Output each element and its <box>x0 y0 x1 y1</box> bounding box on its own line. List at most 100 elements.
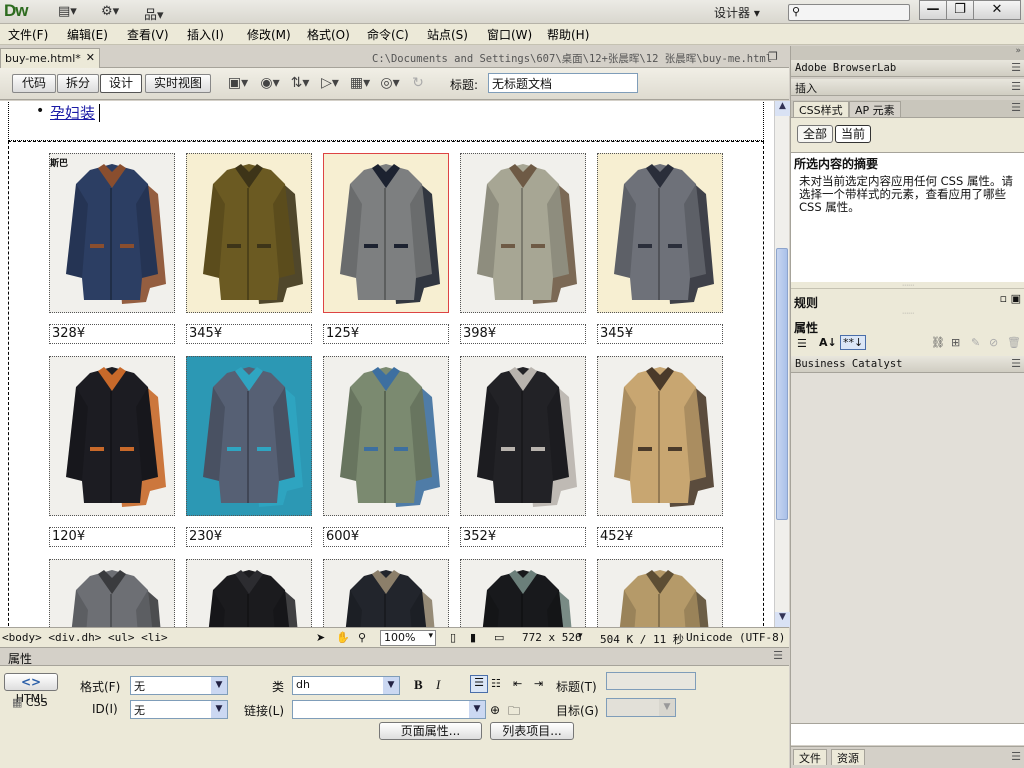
menu-insert[interactable]: 插入(I) <box>187 26 224 43</box>
new-rule-icon[interactable]: ⊞ <box>951 336 960 349</box>
menu-window[interactable]: 窗口(W) <box>487 26 532 43</box>
attach-style-icon[interactable]: ⛓ <box>931 336 945 349</box>
hand-tool-icon[interactable]: ✋ <box>336 631 350 644</box>
product-image[interactable] <box>460 356 586 516</box>
desktop-size-icon[interactable]: ▭ <box>494 631 504 644</box>
nav-link-maternity[interactable]: 孕妇装 <box>50 102 95 123</box>
set-props-icon[interactable]: **↓ <box>840 335 867 350</box>
business-catalyst-header[interactable]: Business Catalyst ☰ <box>791 356 1024 373</box>
link-input[interactable]: ▼ <box>292 700 486 719</box>
insert-panel-header[interactable]: 插入 ☰ <box>791 79 1024 96</box>
tablet-size-icon[interactable]: ▮ <box>470 631 476 644</box>
product-image[interactable] <box>597 153 723 313</box>
disable-rule-icon[interactable]: ⊘ <box>989 336 998 349</box>
product-image[interactable] <box>186 356 312 516</box>
collapse-panels-icon[interactable]: » <box>791 46 1024 60</box>
product-image[interactable] <box>323 559 449 627</box>
delete-rule-icon[interactable]: 🗑 <box>1007 336 1021 349</box>
category-view-icon[interactable]: ☰ <box>797 337 807 350</box>
design-canvas[interactable]: • 孕妇装 斯巴 328¥ 345¥ 125¥ 398¥ 345¥ 120¥ 230¥ 600¥… <box>0 101 774 627</box>
menu-file[interactable]: 文件(F) <box>8 26 48 43</box>
italic-button[interactable]: I <box>436 677 440 693</box>
panel-menu-icon[interactable]: ☰ <box>773 649 783 662</box>
list-item-button[interactable]: 列表项目... <box>490 722 574 740</box>
product-image[interactable] <box>597 356 723 516</box>
css-mode-button[interactable]: ▦ CSS <box>12 696 48 709</box>
visual-aids-icon[interactable]: ▦▾ <box>348 75 372 93</box>
target-select[interactable]: ▼ <box>606 698 676 717</box>
menu-format[interactable]: 格式(O) <box>307 26 350 43</box>
all-mode-button[interactable]: 全部 <box>797 125 833 143</box>
check-browser-icon[interactable]: ◎▾ <box>378 75 402 93</box>
tab-ap-elements[interactable]: AP 元素 <box>849 101 901 117</box>
splitter-2[interactable]: ⋯⋯ <box>791 310 1024 318</box>
code-view-button[interactable]: 代码 <box>12 74 56 93</box>
multiscreen-icon[interactable]: ▣▾ <box>226 75 250 93</box>
scrollbar-thumb[interactable] <box>776 248 788 520</box>
menu-help[interactable]: 帮助(H) <box>547 26 589 43</box>
browse-folder-icon[interactable]: 🗀 <box>508 702 520 723</box>
search-input[interactable]: ⚲ <box>788 4 910 21</box>
css-panel-menu-icon[interactable]: ☰ <box>1011 101 1021 114</box>
tab-assets[interactable]: 资源 <box>831 749 865 765</box>
document-tab[interactable]: buy-me.html* ✕ <box>0 48 100 68</box>
rules-view-icons[interactable]: ▫ ▣ <box>1000 292 1021 305</box>
tag-selector[interactable]: <body> <div.dh> <ul> <li> <box>2 631 168 644</box>
menu-edit[interactable]: 编辑(E) <box>67 26 108 43</box>
outdent-icon[interactable]: ⇤ <box>513 677 522 690</box>
mobile-size-icon[interactable]: ▯ <box>450 631 456 644</box>
bold-button[interactable]: B <box>414 677 423 693</box>
layout-menu-icon[interactable]: ▤▾ <box>58 4 77 20</box>
product-image[interactable] <box>323 356 449 516</box>
zoom-select[interactable]: 100% ▾ <box>380 630 436 646</box>
menu-commands[interactable]: 命令(C) <box>367 26 409 43</box>
title-input[interactable] <box>606 672 696 690</box>
product-image[interactable] <box>597 559 723 627</box>
page-properties-button[interactable]: 页面属性... <box>379 722 482 740</box>
class-select[interactable]: dh ▼ <box>292 676 400 695</box>
select-tool-icon[interactable]: ➤ <box>316 631 325 644</box>
window-size[interactable]: 772 x 526 <box>522 631 582 644</box>
design-view-button[interactable]: 设计 <box>100 74 142 93</box>
tab-files[interactable]: 文件 <box>793 749 827 765</box>
files-panel-menu-icon[interactable]: ☰ <box>1011 750 1021 763</box>
window-size-arrow[interactable]: ▾ <box>578 631 583 641</box>
browserlab-panel-header[interactable]: Adobe BrowserLab ☰ <box>791 60 1024 77</box>
page-title-input[interactable]: 无标题文档 <box>488 73 638 93</box>
alpha-sort-icon[interactable]: A↓ <box>819 336 837 349</box>
file-management-icon[interactable]: ⇅▾ <box>288 75 312 93</box>
edit-rule-icon[interactable]: ✎ <box>971 336 980 349</box>
product-image[interactable]: 斯巴 <box>49 153 175 313</box>
menu-view[interactable]: 查看(V) <box>127 26 169 43</box>
maximize-button[interactable]: ❐ <box>946 0 974 20</box>
workspace-switcher[interactable]: 设计器 ▾ <box>714 4 760 21</box>
product-image[interactable] <box>49 559 175 627</box>
indent-icon[interactable]: ⇥ <box>534 677 543 690</box>
product-image[interactable] <box>186 153 312 313</box>
close-tab-icon[interactable]: ✕ <box>86 51 95 64</box>
menu-site[interactable]: 站点(S) <box>427 26 468 43</box>
preview-browser-icon[interactable]: ◉▾ <box>258 75 282 93</box>
point-to-file-icon[interactable]: ⊕ <box>490 703 500 717</box>
zoom-tool-icon[interactable]: ⚲ <box>358 631 366 644</box>
close-button[interactable]: ✕ <box>973 0 1021 20</box>
w3c-validation-icon[interactable]: ▷▾ <box>318 75 342 93</box>
minimize-button[interactable]: — <box>919 0 947 20</box>
scroll-down-arrow[interactable]: ▼ <box>775 612 790 627</box>
ordered-list-icon[interactable]: ☷ <box>491 677 501 690</box>
extend-gear-icon[interactable]: ⚙▾ <box>101 4 119 20</box>
format-select[interactable]: 无 ▼ <box>130 676 228 695</box>
current-mode-button[interactable]: 当前 <box>835 125 871 143</box>
split-view-button[interactable]: 拆分 <box>57 74 99 93</box>
menu-modify[interactable]: 修改(M) <box>247 26 291 43</box>
scroll-up-arrow[interactable]: ▲ <box>775 101 790 116</box>
refresh-icon[interactable]: ↻ <box>406 75 430 93</box>
restore-document-icon[interactable]: ❐ <box>768 50 778 63</box>
html-mode-button[interactable]: <> HTML <box>4 673 58 705</box>
id-select[interactable]: 无 ▼ <box>130 700 228 719</box>
product-image[interactable] <box>323 153 449 313</box>
unordered-list-icon[interactable]: ☰ <box>470 675 488 693</box>
product-image[interactable] <box>460 153 586 313</box>
product-image[interactable] <box>186 559 312 627</box>
site-menu-icon[interactable]: 品▾ <box>144 4 164 23</box>
